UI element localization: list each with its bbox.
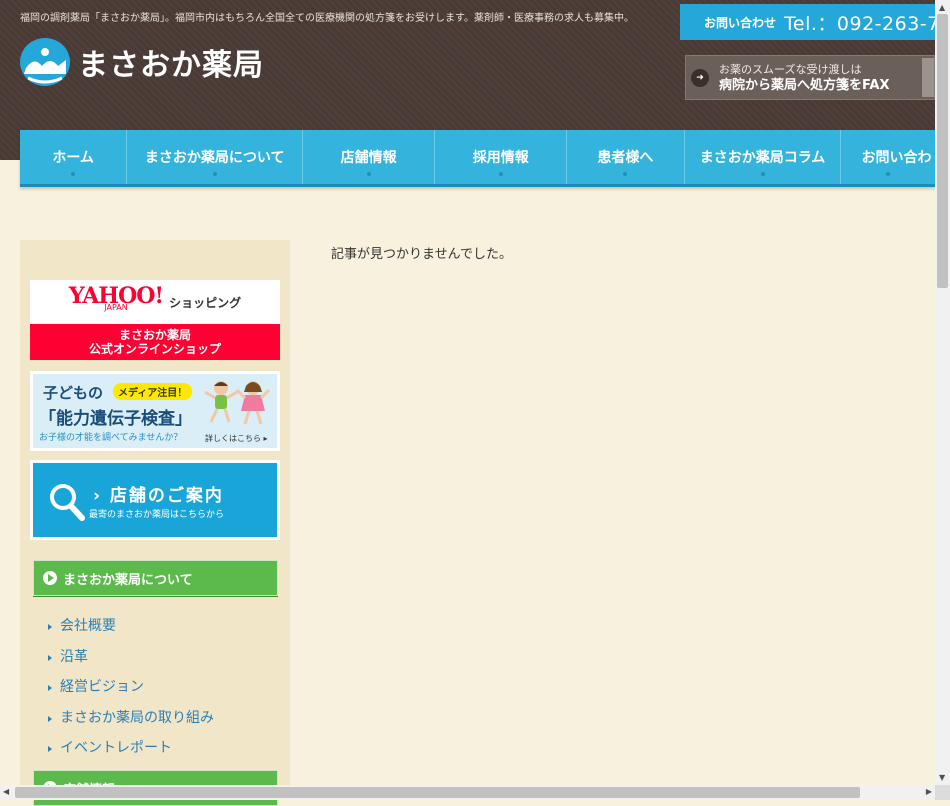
- nav-contact-label: お問い合わ: [861, 150, 932, 166]
- bullet-triangle-icon: [48, 746, 52, 753]
- vertical-scrollbar[interactable]: ▲ ▼: [935, 0, 950, 785]
- menu-item-vision[interactable]: 経営ビジョン: [48, 671, 278, 702]
- menu-item-company[interactable]: 会社概要: [48, 610, 278, 641]
- nav-dot: [212, 172, 217, 176]
- nav-column-label: まさおか薬局コラム: [699, 150, 826, 166]
- nav-stores[interactable]: 店舗情報: [303, 130, 436, 184]
- about-menu: 会社概要 沿革 経営ビジョン まさおか薬局の取り組み イベントレポート: [48, 610, 278, 763]
- magnifier-icon: [50, 484, 85, 521]
- fax-banner-side: [922, 58, 934, 97]
- nav-patients-label: 患者様へ: [597, 150, 654, 166]
- nav-about-label: まさおか薬局について: [144, 150, 285, 166]
- menu-item-label: 会社概要: [60, 618, 116, 635]
- scroll-left-icon[interactable]: ◀: [3, 787, 9, 796]
- store-guide-title: › 店舗のご案内: [93, 486, 224, 506]
- nav-home[interactable]: ホーム: [20, 130, 128, 184]
- nav-column[interactable]: まさおか薬局コラム: [685, 130, 842, 184]
- menu-item-label: イベントレポート: [60, 740, 172, 757]
- no-articles-message: 記事が見つかりませんでした。: [331, 247, 512, 262]
- media-badge: メディア注目！: [113, 383, 193, 400]
- gene-banner-line1: 子どもの: [43, 384, 104, 402]
- nav-dot: [886, 172, 891, 176]
- scroll-right-icon[interactable]: ▶: [926, 787, 932, 796]
- nav-dot: [760, 172, 765, 176]
- scroll-up-icon[interactable]: ▲: [939, 3, 945, 12]
- arrow-right-icon: ➜: [691, 68, 709, 87]
- bullet-triangle-icon: [48, 715, 52, 722]
- fax-banner[interactable]: ➜ お薬のスムーズな受け渡しは 病院から薬局へ処方箋をFAX: [685, 55, 935, 100]
- scroll-down-icon[interactable]: ▼: [939, 773, 945, 782]
- site-logo[interactable]: まさおか薬局: [20, 38, 264, 86]
- menu-item-initiatives[interactable]: まさおか薬局の取り組み: [48, 702, 278, 733]
- menu-item-history[interactable]: 沿革: [48, 641, 278, 672]
- logo-mark-icon: [20, 38, 70, 86]
- section-heading-about-label: まさおか薬局について: [63, 572, 193, 588]
- logo-text: まさおか薬局: [78, 48, 264, 83]
- nav-about[interactable]: まさおか薬局について: [127, 130, 304, 184]
- yahoo-store-sub: 公式オンラインショップ: [88, 342, 221, 356]
- nav-recruit-label: 採用情報: [472, 150, 529, 166]
- yahoo-shopping-label: ショッピング: [169, 295, 242, 310]
- bullet-triangle-icon: [48, 624, 52, 631]
- bullet-triangle-icon: [48, 685, 52, 692]
- bullet-triangle-icon: [48, 654, 52, 661]
- store-guide-banner[interactable]: › 店舗のご案内 最寄のまさおか薬局はこちらから: [30, 460, 280, 540]
- play-circle-icon: [43, 571, 57, 585]
- menu-item-label: 沿革: [60, 648, 88, 665]
- nav-home-label: ホーム: [52, 150, 94, 166]
- horizontal-scroll-thumb[interactable]: [15, 787, 860, 798]
- phone-number: Tel.：092-263-70: [784, 12, 935, 35]
- header-tagline: 福岡の調剤薬局「まさおか薬局」。福岡市内はもちろん全国全ての医療機関の処方箋をお…: [20, 13, 634, 24]
- children-illustration-icon: [204, 381, 271, 425]
- sidebar: YAHOO! JAPAN ショッピング まさおか薬局 公式オンラインショップ 子…: [20, 240, 290, 806]
- nav-dot: [623, 172, 628, 176]
- gene-banner-more: 詳しくはこちら ▸: [205, 434, 268, 443]
- menu-item-events[interactable]: イベントレポート: [48, 732, 278, 763]
- menu-item-label: 経営ビジョン: [60, 679, 144, 696]
- nav-patients[interactable]: 患者様へ: [567, 130, 685, 184]
- nav-dot: [71, 172, 76, 176]
- vertical-scroll-thumb[interactable]: [937, 14, 948, 288]
- global-nav: ホーム まさおか薬局について 店舗情報 採用情報 患者様へ まさおか薬局コラム …: [20, 130, 935, 187]
- scrollbar-corner: [935, 785, 950, 800]
- nav-dot: [498, 172, 503, 176]
- contact-label: お問い合わせ: [704, 15, 777, 30]
- store-guide-sub: 最寄のまさおか薬局はこちらから: [89, 510, 225, 520]
- nav-recruit[interactable]: 採用情報: [435, 130, 568, 184]
- gene-banner-sub: お子様の才能を調べてみませんか？: [39, 433, 183, 443]
- contact-phone[interactable]: お問い合わせ Tel.：092-263-70: [680, 4, 935, 40]
- yahoo-store-name: まさおか薬局: [118, 328, 191, 342]
- fax-banner-line1: お薬のスムーズな受け渡しは: [719, 62, 862, 76]
- horizontal-scrollbar[interactable]: ◀ ▶: [0, 785, 935, 800]
- menu-item-label: まさおか薬局の取り組み: [60, 709, 214, 726]
- gene-test-banner[interactable]: 子どもの メディア注目！ 「能力遺伝子検査」 お子様の才能を調べてみませんか？ …: [30, 371, 280, 451]
- fax-banner-line2: 病院から薬局へ処方箋をFAX: [719, 77, 890, 93]
- section-heading-about: まさおか薬局について: [33, 560, 278, 596]
- nav-stores-label: 店舗情報: [340, 150, 397, 166]
- nav-contact[interactable]: お問い合わ: [841, 130, 935, 184]
- yahoo-shopping-banner[interactable]: YAHOO! JAPAN ショッピング まさおか薬局 公式オンラインショップ: [30, 280, 280, 360]
- gene-banner-title: 「能力遺伝子検査」: [39, 409, 192, 429]
- nav-dot: [366, 172, 371, 176]
